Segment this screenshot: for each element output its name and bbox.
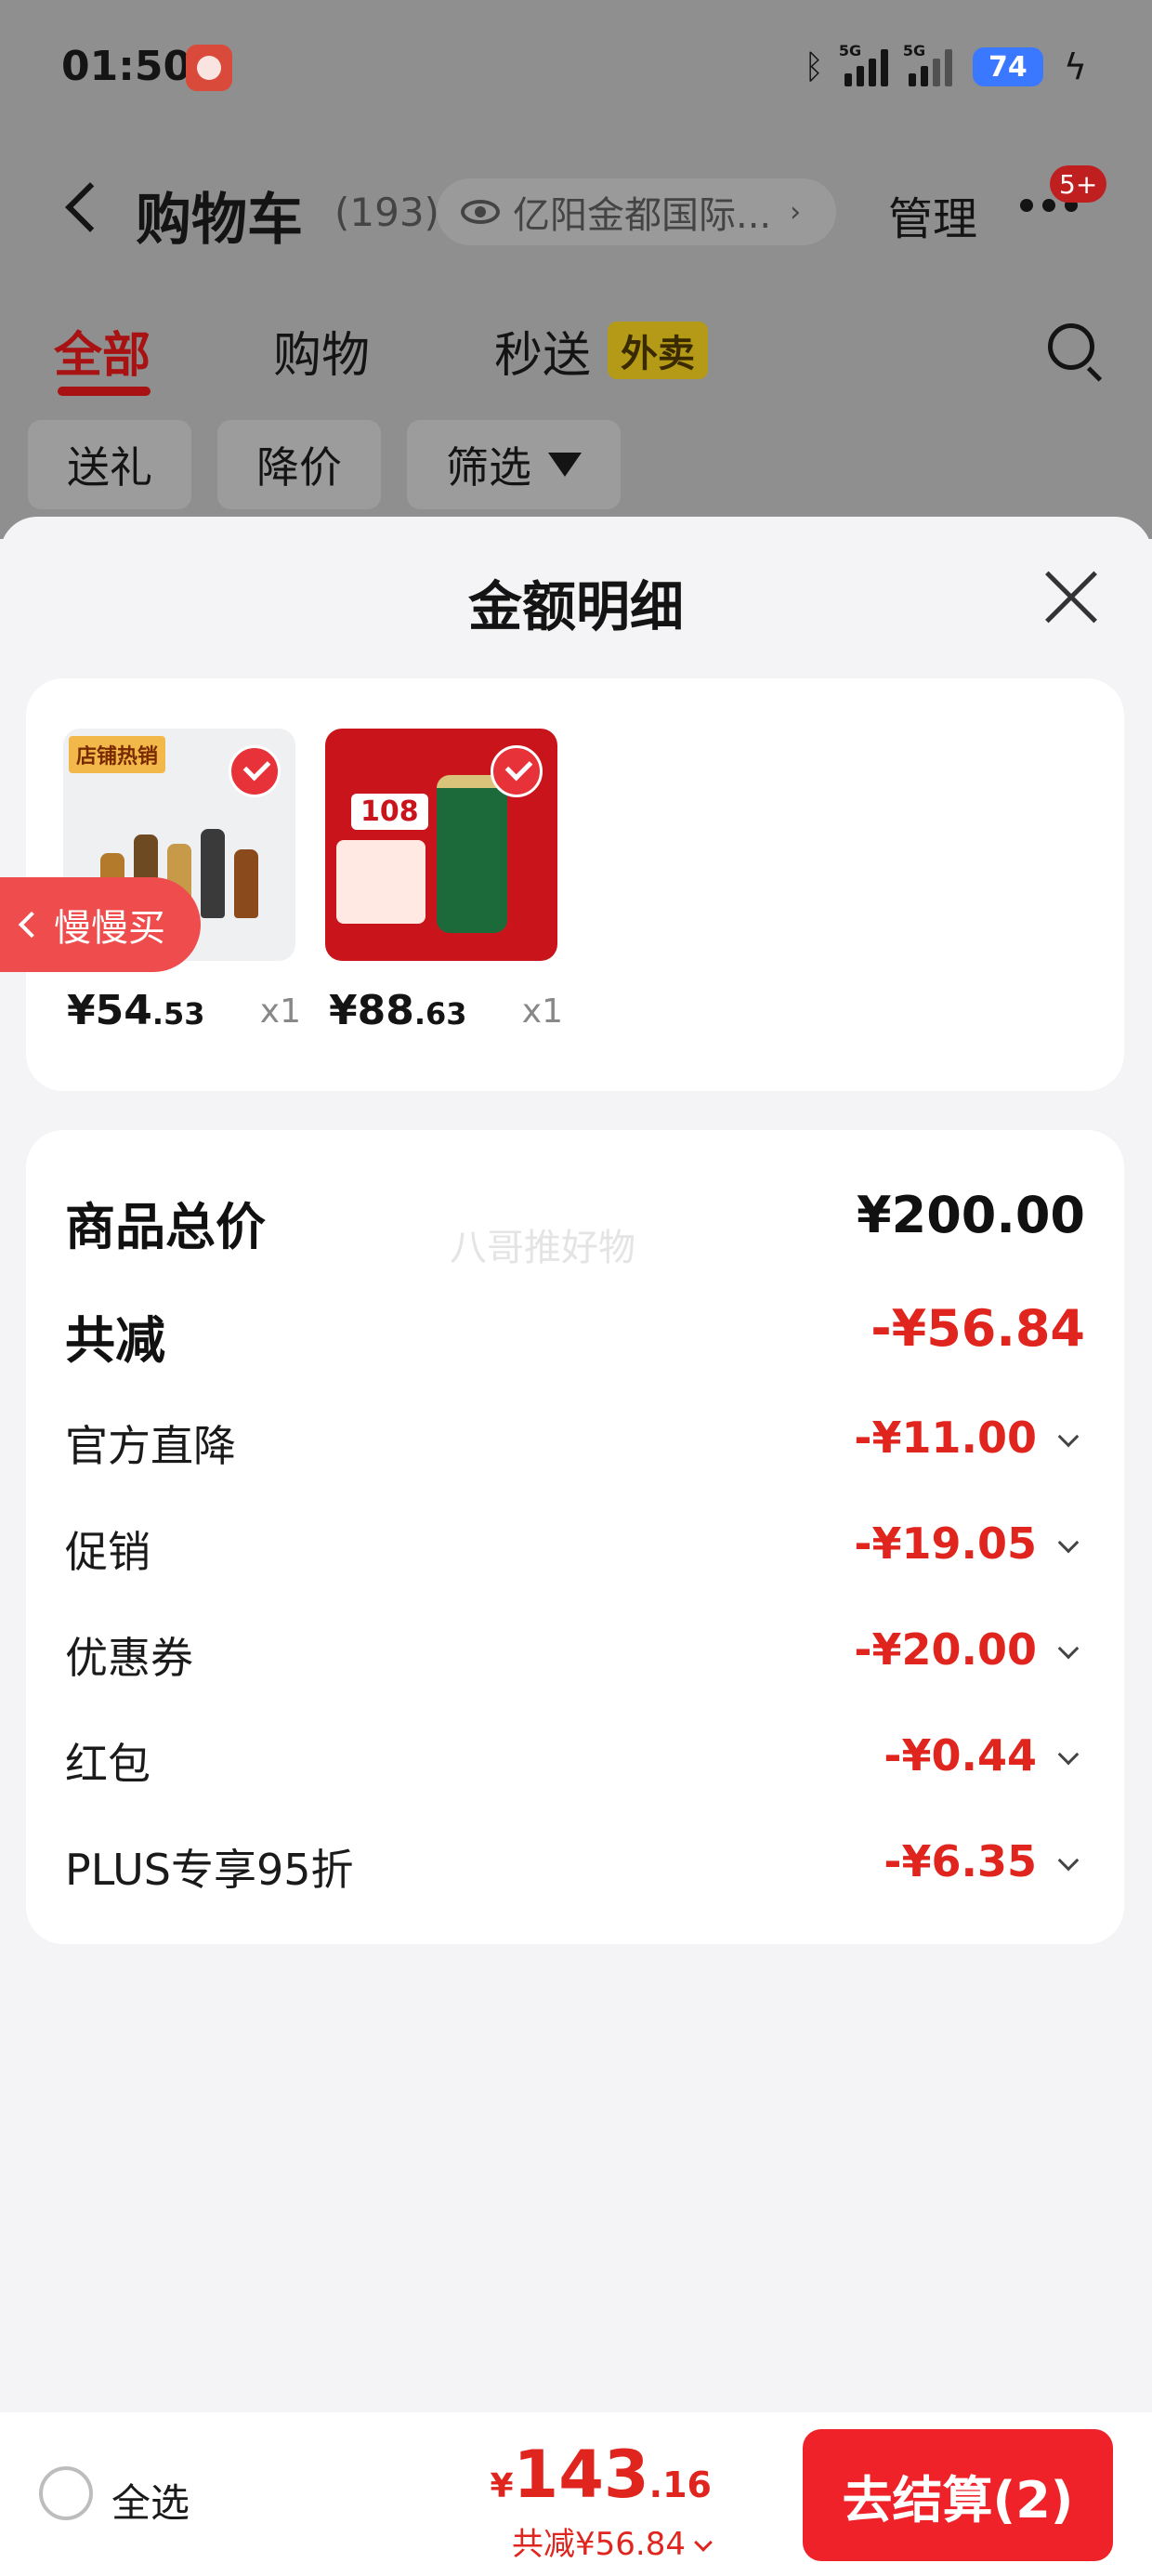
- filter-price-drop[interactable]: 降价: [217, 420, 381, 509]
- status-bar: 01:50 ᛒ 5G 5G 74 ϟ: [0, 0, 1152, 139]
- close-icon[interactable]: [1041, 569, 1098, 626]
- good-qty: x1: [521, 992, 563, 1031]
- check-icon[interactable]: [491, 745, 543, 797]
- total-dec: .16: [648, 2464, 712, 2505]
- address-text: 亿阳金都国际...: [513, 194, 772, 237]
- select-all-label[interactable]: 全选: [111, 2472, 190, 2529]
- status-time: 01:50: [61, 43, 192, 90]
- sheet-title: 金额明细: [467, 575, 684, 638]
- total-price: ¥143.16: [490, 2437, 712, 2513]
- row-label: 共减: [65, 1311, 165, 1370]
- takeaway-badge: 外卖: [608, 322, 708, 379]
- row-plus-discount[interactable]: PLUS专享95折 -¥6.35: [65, 1836, 1085, 1901]
- tab-all[interactable]: 全部: [54, 316, 151, 386]
- hot-tag: 店铺热销: [69, 736, 166, 773]
- battery-icon: 74: [972, 47, 1043, 86]
- promo-number: 108: [351, 794, 428, 830]
- eye-icon: [461, 200, 500, 224]
- row-label: 商品总价: [65, 1198, 266, 1256]
- row-value: -¥0.44: [884, 1730, 1037, 1781]
- good-price: ¥54.53: [67, 987, 205, 1034]
- price-dec: .63: [413, 996, 467, 1032]
- selected-goods-card: 店铺热销 ¥54.53 x1 108 ¥88.63 x1: [26, 678, 1124, 1091]
- chip-label: 送礼: [67, 442, 152, 493]
- price-int: ¥54: [67, 987, 152, 1034]
- checkout-button[interactable]: 去结算(2): [803, 2429, 1113, 2561]
- filter-chips: 送礼 降价 筛选: [28, 420, 621, 509]
- total-int: 143: [513, 2437, 649, 2513]
- chevron-down-icon: [1057, 1743, 1080, 1766]
- cart-header: 购物车 (193) 亿阳金都国际... › 管理 5+: [0, 158, 1152, 269]
- chevron-right-icon: ›: [790, 195, 802, 229]
- chevron-down-icon: [1057, 1849, 1080, 1872]
- row-value: -¥20.00: [854, 1624, 1037, 1675]
- app-notification-icon: [186, 45, 232, 91]
- message-badge: 5+: [1050, 165, 1107, 203]
- row-coupon[interactable]: 优惠券 -¥20.00: [65, 1624, 1085, 1689]
- checkout-bar: 全选 ¥143.16 共减¥56.84 去结算(2): [0, 2412, 1152, 2576]
- signal-icon: 5G: [839, 42, 888, 86]
- system-icons: ᛒ 5G 5G 74 ϟ: [804, 42, 1087, 87]
- funnel-icon: [548, 453, 582, 477]
- network-type-2: 5G: [902, 42, 926, 59]
- check-icon[interactable]: [229, 745, 281, 797]
- page-title: 购物车: [136, 188, 303, 253]
- row-official-discount[interactable]: 官方直降 -¥11.00: [65, 1413, 1085, 1478]
- chevron-down-icon: [1057, 1531, 1080, 1554]
- back-icon[interactable]: [61, 178, 98, 234]
- filter-gift[interactable]: 送礼: [28, 420, 191, 509]
- total-saved[interactable]: 共减¥56.84: [512, 2518, 713, 2564]
- row-label: 优惠券: [65, 1633, 193, 1683]
- cart-count: (193): [334, 190, 439, 235]
- network-type: 5G: [838, 42, 862, 59]
- row-value: -¥56.84: [871, 1299, 1085, 1358]
- row-label: 促销: [65, 1527, 151, 1577]
- chevron-down-icon: [1057, 1637, 1080, 1660]
- price-int: ¥88: [329, 987, 414, 1034]
- slow-buy-label: 慢慢买: [54, 907, 165, 950]
- background-page: 01:50 ᛒ 5G 5G 74 ϟ 购物车 (193) 亿阳金都国际... ›…: [0, 0, 1152, 539]
- saved-text: 共减¥56.84: [512, 2526, 686, 2563]
- tab-instant[interactable]: 秒送: [494, 316, 591, 386]
- product-image: 108: [325, 729, 557, 961]
- price-dec: .53: [151, 996, 205, 1032]
- row-label: 官方直降: [65, 1421, 236, 1471]
- row-total-reduced: 共减 -¥56.84: [65, 1299, 1085, 1370]
- tab-underline: [58, 387, 151, 396]
- row-value: -¥19.05: [854, 1518, 1037, 1569]
- slow-buy-button[interactable]: 慢慢买: [0, 877, 201, 972]
- price-detail-card: 八哥推好物 商品总价 ¥200.00 共减 -¥56.84 官方直降 -¥11.…: [26, 1130, 1124, 1944]
- chevron-left-icon: [18, 911, 46, 939]
- address-selector[interactable]: 亿阳金都国际... ›: [437, 178, 836, 245]
- charging-icon: ϟ: [1063, 46, 1087, 87]
- chevron-down-icon: [1057, 1426, 1080, 1448]
- amount-detail-sheet: 金额明细 店铺热销 ¥54.53 x1 108 ¥88.63 x1 八哥推好物 …: [0, 517, 1152, 2576]
- cart-tabs: 全部 购物 秒送 外卖: [0, 307, 1152, 400]
- good-qty: x1: [259, 992, 301, 1031]
- filter-screen[interactable]: 筛选: [407, 420, 621, 509]
- chip-label: 筛选: [446, 442, 531, 493]
- select-all-checkbox[interactable]: [39, 2466, 93, 2520]
- currency-symbol: ¥: [490, 2467, 514, 2505]
- row-label: 红包: [65, 1739, 151, 1789]
- bluetooth-icon: ᛒ: [804, 47, 824, 86]
- chip-label: 降价: [256, 442, 342, 493]
- good-price: ¥88.63: [329, 987, 467, 1034]
- row-promotion[interactable]: 促销 -¥19.05: [65, 1518, 1085, 1584]
- row-total-price: 商品总价 ¥200.00: [65, 1186, 1085, 1256]
- row-value: ¥200.00: [857, 1186, 1085, 1244]
- signal-icon-2: 5G: [903, 42, 952, 86]
- selected-good[interactable]: 108 ¥88.63 x1: [325, 729, 563, 1034]
- row-value: -¥11.00: [854, 1413, 1037, 1463]
- row-value: -¥6.35: [884, 1836, 1037, 1886]
- row-red-packet[interactable]: 红包 -¥0.44: [65, 1730, 1085, 1795]
- tab-shopping[interactable]: 购物: [273, 316, 370, 386]
- row-label: PLUS专享95折: [65, 1845, 354, 1895]
- chevron-down-icon: [694, 2533, 713, 2552]
- search-icon[interactable]: [1048, 323, 1094, 370]
- manage-button[interactable]: 管理: [888, 182, 977, 247]
